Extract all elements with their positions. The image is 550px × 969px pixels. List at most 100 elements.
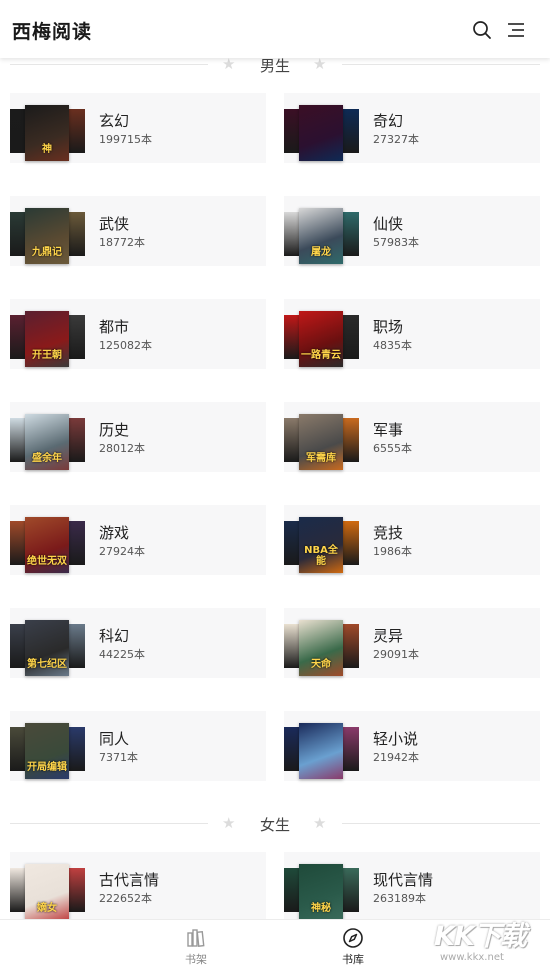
menu-icon[interactable] xyxy=(505,19,527,41)
book-cover xyxy=(10,727,26,771)
category-card[interactable]: 开局编辑 同人 7371本 xyxy=(10,711,266,781)
category-card[interactable]: 嫡女 古代言情 222652本 xyxy=(10,852,266,919)
book-cover: 九鼎记 xyxy=(25,208,69,264)
cover-title: 开局编辑 xyxy=(27,762,67,773)
app-title: 西梅阅读 xyxy=(12,21,93,43)
book-cover: 开局编辑 xyxy=(25,723,69,779)
section-header-female: ★ ★ 女生 xyxy=(10,809,540,839)
book-cover xyxy=(343,521,359,565)
book-cover xyxy=(343,624,359,668)
book-cover xyxy=(343,109,359,153)
tab-library[interactable]: 书库 xyxy=(313,920,393,969)
category-name: 轻小说 xyxy=(373,730,419,748)
book-cover: 天命 xyxy=(299,620,343,676)
category-name: 游戏 xyxy=(99,524,130,542)
category-card[interactable]: 九鼎记 武侠 18772本 xyxy=(10,196,266,266)
category-name: 同人 xyxy=(99,730,130,748)
section-label: 男生 xyxy=(259,58,290,75)
book-covers: 神 xyxy=(10,105,85,161)
book-cover xyxy=(343,868,359,912)
book-cover xyxy=(69,521,85,565)
category-card[interactable]: 屠龙 仙侠 57983本 xyxy=(284,196,540,266)
category-card[interactable]: 天命 灵异 29091本 xyxy=(284,608,540,678)
category-card[interactable]: 神秘 现代言情 263189本 xyxy=(284,852,540,919)
category-name: 竞技 xyxy=(373,524,404,542)
book-cover: 一路青云 xyxy=(299,311,343,367)
book-cover xyxy=(10,868,26,912)
book-cover xyxy=(284,109,300,153)
top-app-bar: 西梅阅读 xyxy=(0,0,550,58)
search-icon[interactable] xyxy=(471,19,493,41)
book-cover xyxy=(284,212,300,256)
cover-title: 开王朝 xyxy=(32,350,62,361)
cover-title: 盛余年 xyxy=(32,453,62,464)
book-covers: 一路青云 xyxy=(284,311,359,367)
book-cover xyxy=(343,315,359,359)
book-count: 57983本 xyxy=(373,236,419,249)
category-name: 武侠 xyxy=(99,215,130,233)
category-name: 灵异 xyxy=(373,627,404,645)
book-cover xyxy=(10,315,26,359)
category-name: 职场 xyxy=(373,318,404,336)
book-covers: 九鼎记 xyxy=(10,208,85,264)
book-cover: 神秘 xyxy=(299,864,343,919)
book-cover xyxy=(10,624,26,668)
tab-bookshelf[interactable]: 书架 xyxy=(156,920,236,969)
cover-title: 第七纪区 xyxy=(27,659,67,670)
cover-title: 屠龙 xyxy=(311,247,331,258)
book-cover xyxy=(10,521,26,565)
book-count: 27327本 xyxy=(373,133,419,146)
book-cover xyxy=(284,624,300,668)
book-count: 199715本 xyxy=(99,133,152,146)
category-name: 都市 xyxy=(99,318,130,336)
book-cover xyxy=(284,315,300,359)
category-card[interactable]: 军需库 军事 6555本 xyxy=(284,402,540,472)
category-name: 历史 xyxy=(99,421,130,439)
section-label: 女生 xyxy=(259,816,290,834)
watermark-text: KK下载 xyxy=(434,921,527,952)
book-covers: 第七纪区 xyxy=(10,620,85,676)
book-cover: 屠龙 xyxy=(299,208,343,264)
cover-title: 神 xyxy=(42,144,52,155)
book-cover xyxy=(69,109,85,153)
book-cover xyxy=(69,868,85,912)
book-cover: 军需库 xyxy=(299,414,343,470)
cover-title: 天命 xyxy=(311,659,331,670)
category-name: 古代言情 xyxy=(99,871,160,889)
book-covers: 绝世无双 xyxy=(10,517,85,573)
book-count: 4835本 xyxy=(373,339,412,352)
category-card[interactable]: 开王朝 都市 125082本 xyxy=(10,299,266,369)
book-covers: 军需库 xyxy=(284,414,359,470)
book-cover: 开王朝 xyxy=(25,311,69,367)
book-count: 44225本 xyxy=(99,648,145,661)
book-cover xyxy=(69,212,85,256)
book-cover xyxy=(10,212,26,256)
category-card[interactable]: 盛余年 历史 28012本 xyxy=(10,402,266,472)
cover-title: 九鼎记 xyxy=(32,247,62,258)
category-card[interactable]: NBA全能 竞技 1986本 xyxy=(284,505,540,575)
category-list: ★ ★ 男生 神 玄幻 199715本 奇幻 27327本 九鼎记 武侠 18772本 屠龙 仙侠… xyxy=(0,58,550,919)
book-cover xyxy=(10,418,26,462)
book-cover: 嫡女 xyxy=(25,864,69,919)
watermark-logo: KK下载 www.kkx.net xyxy=(430,912,550,969)
cover-title: NBA全能 xyxy=(304,545,338,567)
book-cover xyxy=(343,727,359,771)
category-card[interactable]: 奇幻 27327本 xyxy=(284,93,540,163)
book-covers: NBA全能 xyxy=(284,517,359,573)
category-name: 奇幻 xyxy=(373,112,404,130)
book-count: 28012本 xyxy=(99,442,145,455)
watermark-url: www.kkx.net xyxy=(440,952,504,963)
category-card[interactable]: 轻小说 21942本 xyxy=(284,711,540,781)
book-covers: 神秘 xyxy=(284,864,359,919)
category-card[interactable]: 第七纪区 科幻 44225本 xyxy=(10,608,266,678)
book-cover xyxy=(69,315,85,359)
category-card[interactable]: 神 玄幻 199715本 xyxy=(10,93,266,163)
category-name: 军事 xyxy=(373,421,404,439)
category-card[interactable]: 绝世无双 游戏 27924本 xyxy=(10,505,266,575)
category-card[interactable]: 一路青云 职场 4835本 xyxy=(284,299,540,369)
book-cover: 盛余年 xyxy=(25,414,69,470)
book-cover xyxy=(10,109,26,153)
book-count: 222652本 xyxy=(99,892,152,905)
book-covers: 天命 xyxy=(284,620,359,676)
category-name: 玄幻 xyxy=(99,112,130,130)
